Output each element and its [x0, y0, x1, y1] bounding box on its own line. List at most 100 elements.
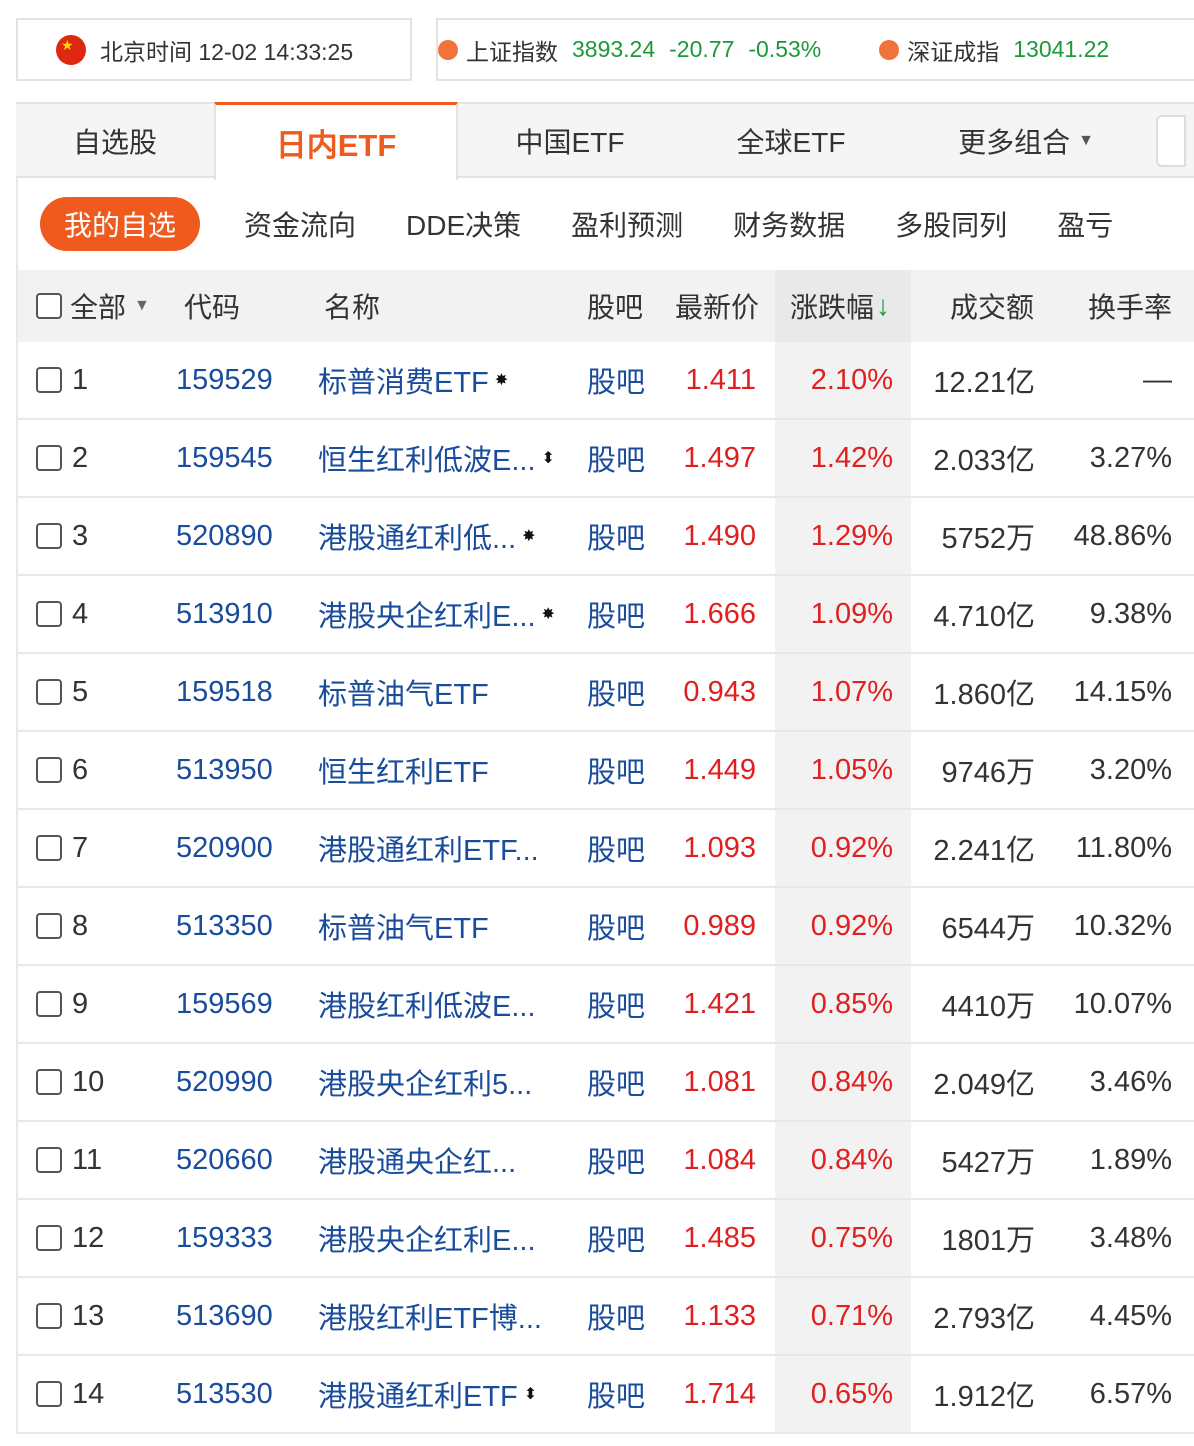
index-shanghai[interactable]: 上证指数 3893.24 -20.77 -0.53%	[438, 33, 835, 67]
forum-link[interactable]: 股吧	[587, 1044, 645, 1120]
submenu-profit-loss[interactable]: 盈亏	[1057, 204, 1113, 244]
forum-link[interactable]: 股吧	[587, 342, 645, 418]
tab-intraday-etf[interactable]: 日内ETF	[214, 102, 458, 180]
row-checkbox[interactable]	[36, 991, 62, 1017]
forum-link[interactable]: 股吧	[587, 810, 645, 886]
turnover-rate: —	[1143, 363, 1172, 396]
table-row[interactable]: 14 513530 港股通红利ETF ⬍ 股吧 1.714 0.65% 1.912亿 6.57%	[18, 1356, 1194, 1434]
tab-global-etf[interactable]: 全球ETF	[682, 104, 900, 178]
etf-code-link[interactable]: 159518	[176, 654, 273, 730]
etf-name-link[interactable]: 标普消费ETF ✸	[318, 342, 508, 418]
trade-amount: 2.241亿	[933, 835, 1035, 867]
row-checkbox[interactable]	[36, 601, 62, 627]
row-number: 8	[72, 909, 89, 942]
table-row[interactable]: 7 520900 港股通红利ETF... 股吧 1.093 0.92% 2.241亿 11.8…	[18, 810, 1194, 888]
etf-name-link[interactable]: 港股红利ETF博...	[318, 1278, 542, 1354]
table-row[interactable]: 3 520890 港股通红利低... ✸ 股吧 1.490 1.29% 5752万 48.86%	[18, 498, 1194, 576]
select-all-checkbox[interactable]	[36, 293, 62, 319]
etf-code-link[interactable]: 159529	[176, 342, 273, 418]
row-checkbox[interactable]	[36, 523, 62, 549]
table-row[interactable]: 4 513910 港股央企红利E... ✸ 股吧 1.666 1.09% 4.710亿 9.38…	[18, 576, 1194, 654]
tab-more-combos[interactable]: 更多组合 ▼	[900, 104, 1152, 178]
forum-link[interactable]: 股吧	[587, 498, 645, 574]
beijing-time: 北京时间 12-02 14:33:25	[100, 38, 354, 65]
etf-code-link[interactable]: 520660	[176, 1122, 273, 1198]
header-amount[interactable]: 成交额	[950, 270, 1034, 342]
row-checkbox[interactable]	[36, 1303, 62, 1329]
etf-code-link[interactable]: 520900	[176, 810, 273, 886]
row-checkbox[interactable]	[36, 1225, 62, 1251]
etf-code-link[interactable]: 513350	[176, 888, 273, 964]
table-row[interactable]: 11 520660 港股通央企红... 股吧 1.084 0.84% 5427万 1.89%	[18, 1122, 1194, 1200]
header-price[interactable]: 最新价	[675, 270, 759, 342]
row-checkbox[interactable]	[36, 1381, 62, 1407]
etf-name-link[interactable]: 港股通红利低... ✸	[318, 498, 536, 574]
submenu-my-watchlist[interactable]: 我的自选	[40, 197, 200, 251]
submenu-dde[interactable]: DDE决策	[406, 204, 521, 244]
etf-code-link[interactable]: 513690	[176, 1278, 273, 1354]
submenu-financial-data[interactable]: 财务数据	[733, 204, 845, 244]
forum-link[interactable]: 股吧	[587, 1200, 645, 1276]
table-row[interactable]: 13 513690 港股红利ETF博... 股吧 1.133 0.71% 2.793亿 4.4…	[18, 1278, 1194, 1356]
header-turnover[interactable]: 换手率	[1088, 270, 1172, 342]
forum-link[interactable]: 股吧	[587, 888, 645, 964]
etf-name-link[interactable]: 港股通红利ETF ⬍	[318, 1356, 537, 1432]
row-checkbox[interactable]	[36, 835, 62, 861]
index-shenzhen[interactable]: 深证成指 13041.22	[879, 33, 1123, 67]
row-checkbox[interactable]	[36, 367, 62, 393]
etf-name-link[interactable]: 标普油气ETF	[318, 888, 489, 964]
row-number: 6	[72, 753, 89, 786]
etf-name-link[interactable]: 恒生红利ETF	[318, 732, 489, 808]
row-checkbox[interactable]	[36, 679, 62, 705]
etf-name-link[interactable]: 港股央企红利E... ✸	[318, 576, 555, 652]
etf-code-link[interactable]: 159545	[176, 420, 273, 496]
table-row[interactable]: 9 159569 港股红利低波E... 股吧 1.421 0.85% 4410万 10.07%	[18, 966, 1194, 1044]
forum-link[interactable]: 股吧	[587, 732, 645, 808]
etf-name-link[interactable]: 港股央企红利5...	[318, 1044, 532, 1120]
etf-code-link[interactable]: 513910	[176, 576, 273, 652]
row-checkbox[interactable]	[36, 445, 62, 471]
etf-name-link[interactable]: 港股红利低波E...	[318, 966, 536, 1042]
table-row[interactable]: 8 513350 标普油气ETF 股吧 0.989 0.92% 6544万 10.32%	[18, 888, 1194, 966]
forum-link[interactable]: 股吧	[587, 1122, 645, 1198]
header-name[interactable]: 名称	[324, 270, 380, 342]
etf-name: 港股通央企红...	[318, 1147, 517, 1179]
etf-name-link[interactable]: 恒生红利低波E... ⬍	[318, 420, 555, 496]
search-box[interactable]	[1156, 115, 1186, 167]
forum-link[interactable]: 股吧	[587, 654, 645, 730]
forum-link[interactable]: 股吧	[587, 966, 645, 1042]
etf-name-link[interactable]: 港股通央企红...	[318, 1122, 516, 1198]
table-row[interactable]: 5 159518 标普油气ETF 股吧 0.943 1.07% 1.860亿 14.15%	[18, 654, 1194, 732]
etf-name-link[interactable]: 港股通红利ETF...	[318, 810, 539, 886]
tab-china-etf[interactable]: 中国ETF	[458, 104, 682, 178]
etf-code-link[interactable]: 520890	[176, 498, 273, 574]
etf-name-link[interactable]: 标普油气ETF	[318, 654, 489, 730]
table-row[interactable]: 1 159529 标普消费ETF ✸ 股吧 1.411 2.10% 12.21亿 —	[18, 342, 1194, 420]
table-row[interactable]: 6 513950 恒生红利ETF 股吧 1.449 1.05% 9746万 3.20%	[18, 732, 1194, 810]
etf-code-link[interactable]: 159569	[176, 966, 273, 1042]
submenu-multi-stock[interactable]: 多股同列	[895, 204, 1007, 244]
row-checkbox[interactable]	[36, 1147, 62, 1173]
submenu-profit-forecast[interactable]: 盈利预测	[571, 204, 683, 244]
etf-code-link[interactable]: 513530	[176, 1356, 273, 1432]
table-row[interactable]: 2 159545 恒生红利低波E... ⬍ 股吧 1.497 1.42% 2.033亿 3.27…	[18, 420, 1194, 498]
forum-link[interactable]: 股吧	[587, 420, 645, 496]
turnover-rate: 10.07%	[1073, 987, 1172, 1020]
header-code[interactable]: 代码	[184, 270, 240, 342]
table-row[interactable]: 12 159333 港股央企红利E... 股吧 1.485 0.75% 1801万 3.48%	[18, 1200, 1194, 1278]
etf-code-link[interactable]: 513950	[176, 732, 273, 808]
etf-name-link[interactable]: 港股央企红利E...	[318, 1200, 536, 1276]
table-row[interactable]: 10 520990 港股央企红利5... 股吧 1.081 0.84% 2.049亿 3.46…	[18, 1044, 1194, 1122]
etf-code-link[interactable]: 520990	[176, 1044, 273, 1120]
header-all-filter[interactable]: 全部 ▼	[70, 270, 150, 342]
tab-watchlist[interactable]: 自选股	[16, 104, 214, 178]
row-checkbox[interactable]	[36, 757, 62, 783]
submenu-fund-flow[interactable]: 资金流向	[244, 204, 356, 244]
forum-link[interactable]: 股吧	[587, 576, 645, 652]
forum-link[interactable]: 股吧	[587, 1356, 645, 1432]
forum-link[interactable]: 股吧	[587, 1278, 645, 1354]
etf-code-link[interactable]: 159333	[176, 1200, 273, 1276]
header-change-pct[interactable]: 涨跌幅 ↓	[790, 270, 890, 342]
row-checkbox[interactable]	[36, 1069, 62, 1095]
row-checkbox[interactable]	[36, 913, 62, 939]
